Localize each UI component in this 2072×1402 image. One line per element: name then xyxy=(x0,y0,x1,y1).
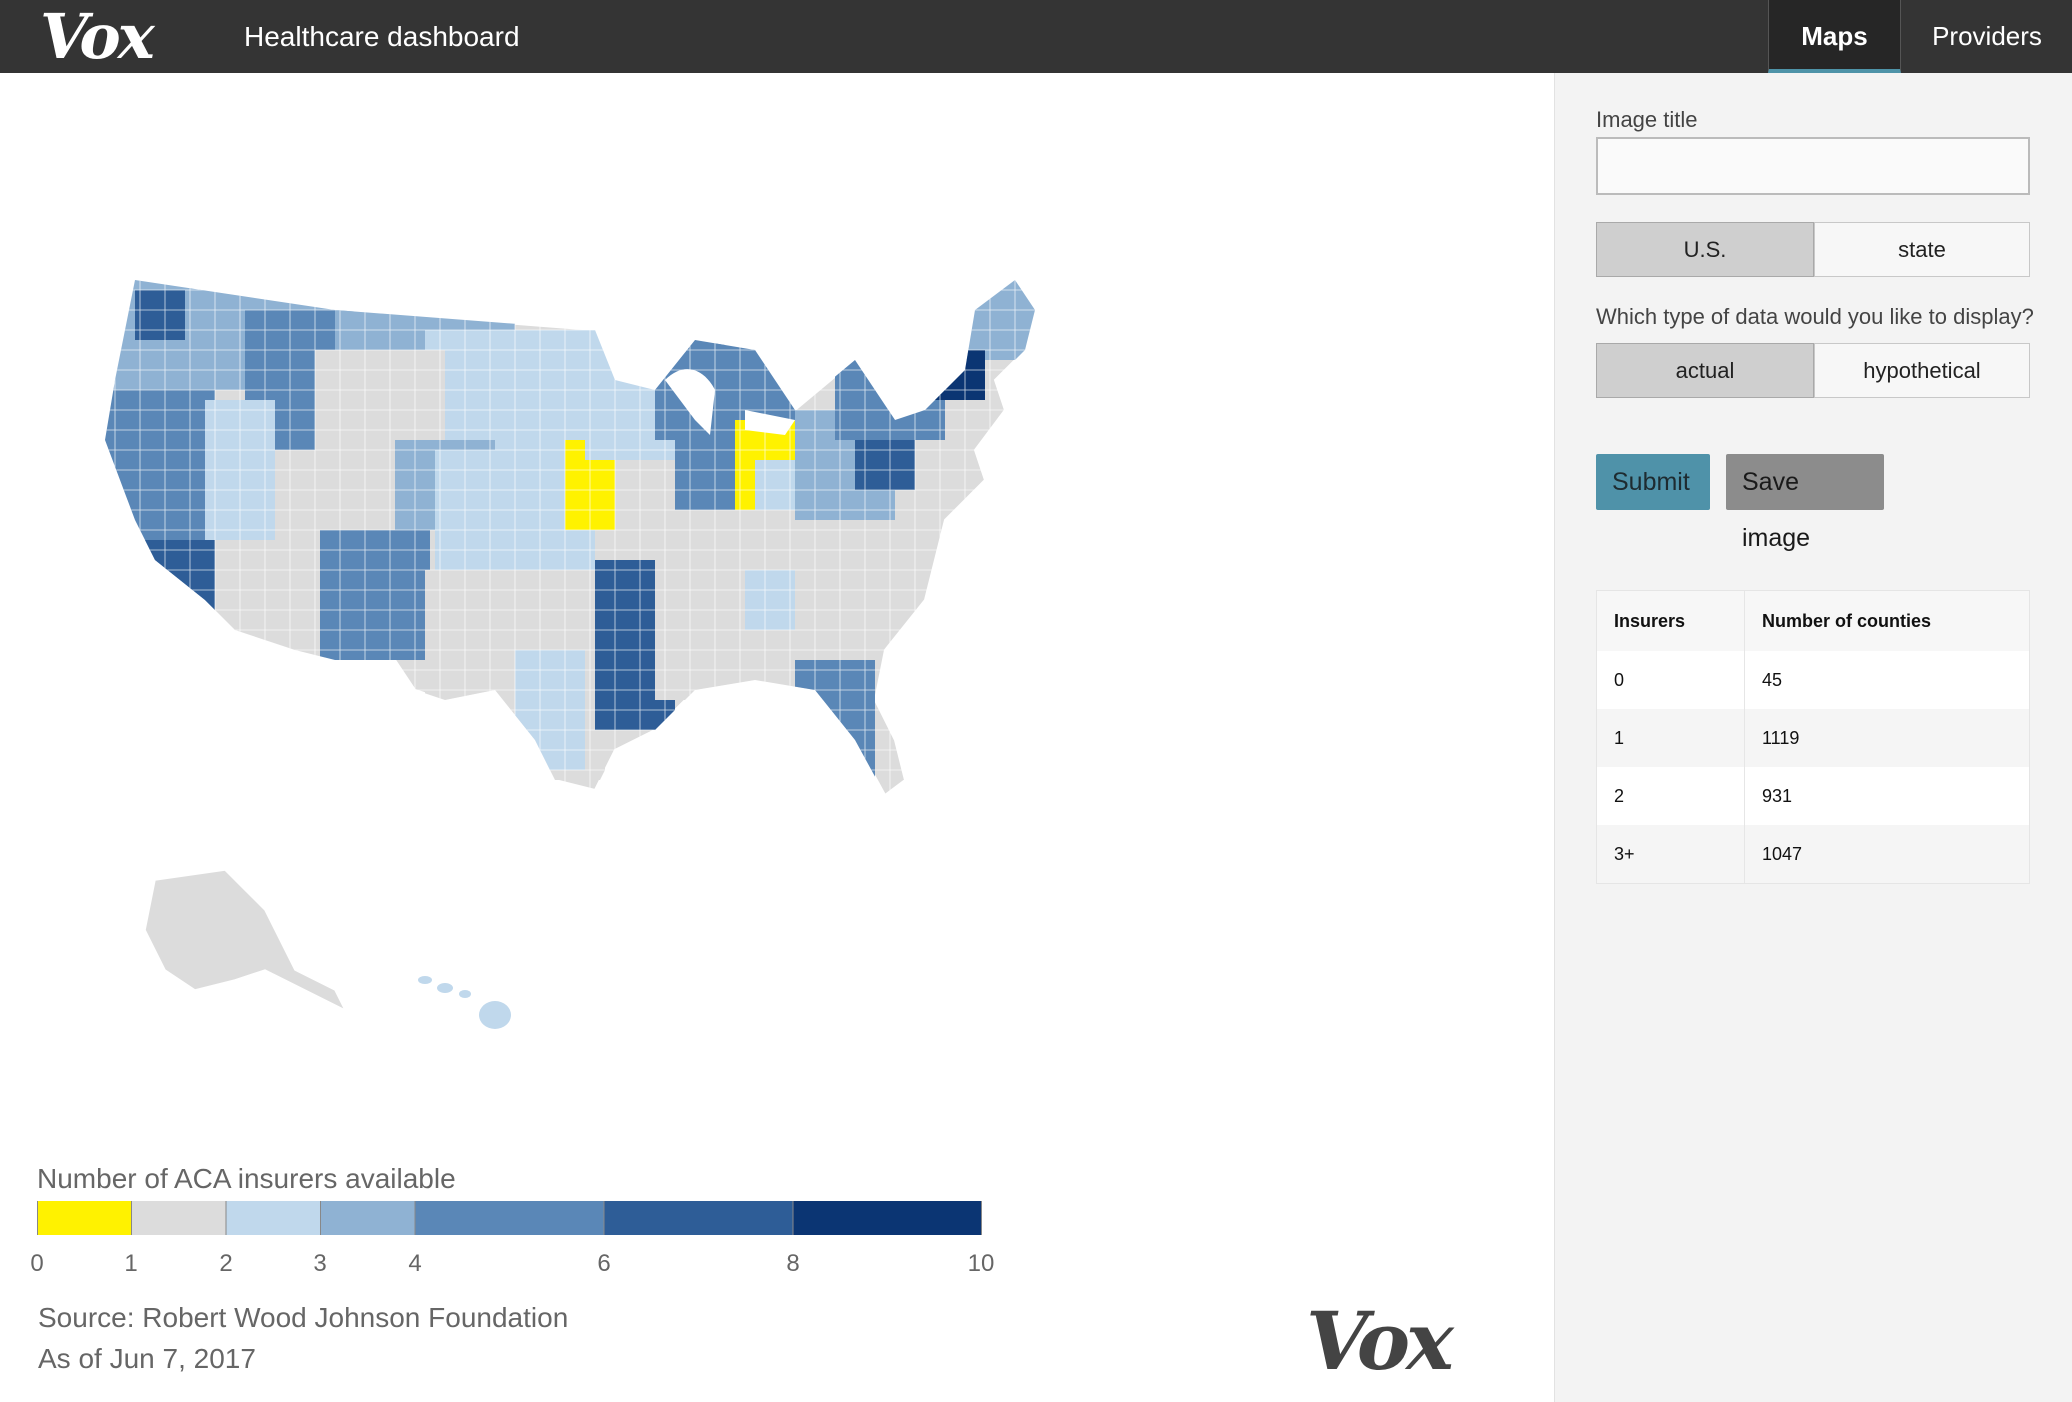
cell-insurers: 1 xyxy=(1597,709,1745,767)
legend-swatch-4-6 xyxy=(415,1201,604,1235)
cell-insurers: 3+ xyxy=(1597,825,1745,883)
table-row: 2 931 xyxy=(1597,767,2029,825)
insurer-count-table: Insurers Number of counties 0 45 1 1119 … xyxy=(1596,590,2030,884)
data-type-actual-button[interactable]: actual xyxy=(1596,343,1814,398)
submit-button[interactable]: Submit xyxy=(1596,454,1710,510)
table-row: 0 45 xyxy=(1597,651,2029,709)
hawaii xyxy=(418,976,511,1029)
image-title-label: Image title xyxy=(1596,107,1698,132)
vox-logo[interactable]: Vox xyxy=(40,2,155,72)
region-socal xyxy=(145,540,225,610)
region-maryland xyxy=(855,440,915,490)
region-georgia xyxy=(745,570,795,630)
cell-counties: 931 xyxy=(1762,785,1793,806)
top-nav-bar: Vox Healthcare dashboard Maps Providers xyxy=(0,0,2072,73)
table-header: Insurers Number of counties xyxy=(1597,591,2029,651)
vox-footer-logo: Vox xyxy=(1306,1294,1454,1388)
cell-insurers: 2 xyxy=(1597,767,1745,825)
legend-tick-label: 4 xyxy=(408,1250,422,1277)
app-title: Healthcare dashboard xyxy=(244,21,520,52)
cell-counties: 1047 xyxy=(1762,843,1803,864)
header-number-of-counties: Number of counties xyxy=(1762,610,1932,631)
data-type-question: Which type of data would you like to dis… xyxy=(1596,304,2034,329)
cell-insurers: 0 xyxy=(1597,651,1745,709)
legend-tick-label: 3 xyxy=(313,1250,327,1277)
legend-tick-label: 0 xyxy=(30,1250,44,1277)
legend-swatch-3-4 xyxy=(320,1201,415,1235)
legend-color-scale xyxy=(37,1201,982,1235)
region-new-mexico xyxy=(320,530,430,660)
control-sidebar: Image title U.S. state Which type of dat… xyxy=(1554,73,2072,1402)
image-title-input[interactable] xyxy=(1596,137,2030,195)
alaska xyxy=(144,869,347,1012)
header-insurers: Insurers xyxy=(1597,591,1745,651)
save-image-button[interactable]: Save image xyxy=(1726,454,1884,552)
region-new-england xyxy=(915,280,1035,360)
legend-tick-label: 8 xyxy=(786,1250,800,1277)
region-massachusetts xyxy=(925,350,985,400)
as-of-date: As of Jun 7, 2017 xyxy=(38,1343,256,1374)
region-california xyxy=(105,390,215,640)
legend-tick-label: 10 xyxy=(967,1250,995,1277)
legend-swatch-8-10 xyxy=(793,1201,982,1235)
legend-tick-label: 6 xyxy=(597,1250,611,1277)
us-county-map[interactable] xyxy=(95,270,1395,1070)
legend-tick-label: 2 xyxy=(219,1250,233,1277)
legend-swatch-1-2 xyxy=(131,1201,226,1235)
cell-counties: 1119 xyxy=(1762,727,1800,748)
legend-swatch-6-8 xyxy=(604,1201,793,1235)
source-note: Source: Robert Wood Johnson Foundation xyxy=(38,1302,569,1333)
tab-maps[interactable]: Maps xyxy=(1768,0,1901,73)
data-type-hypothetical-button[interactable]: hypothetical xyxy=(1814,343,2030,398)
region-washington-metro xyxy=(135,290,185,340)
legend-swatch-0-1 xyxy=(37,1201,132,1235)
tab-providers[interactable]: Providers xyxy=(1902,0,2072,73)
legend-title: Number of ACA insurers available xyxy=(37,1163,456,1194)
legend-tick-label: 1 xyxy=(124,1250,138,1277)
table-row: 1 1119 xyxy=(1597,709,2029,767)
cell-counties: 45 xyxy=(1762,669,1783,690)
legend-swatch-2-3 xyxy=(226,1201,321,1235)
scope-state-button[interactable]: state xyxy=(1814,222,2030,277)
table-row: 3+ 1047 xyxy=(1597,825,2029,883)
scope-us-button[interactable]: U.S. xyxy=(1596,222,1814,277)
